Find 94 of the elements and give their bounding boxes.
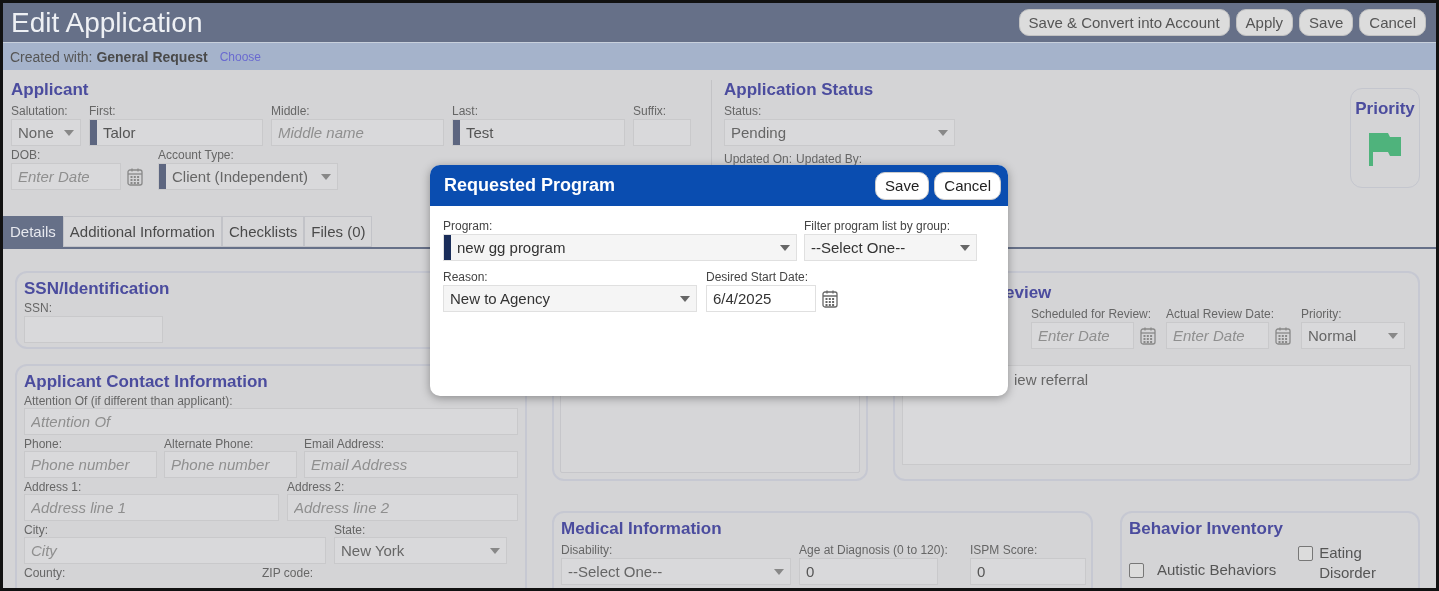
- header-button[interactable]: Save: [1299, 9, 1354, 36]
- field-label: Reason:: [443, 270, 489, 285]
- dropdown[interactable]: New York: [334, 537, 507, 564]
- text-field[interactable]: Test: [452, 119, 625, 146]
- field-label: Filter program list by group:: [804, 219, 952, 234]
- caret-icon: [938, 129, 948, 136]
- dialog-button[interactable]: Save: [875, 171, 930, 200]
- checkbox[interactable]: [1129, 562, 1144, 578]
- text-field[interactable]: Middle name: [271, 119, 444, 146]
- caret-icon: [490, 547, 500, 554]
- page-title: Edit Application: [11, 6, 203, 39]
- section-heading: Application Status: [724, 80, 875, 100]
- header-button[interactable]: Save & Convert into Account: [1018, 9, 1230, 36]
- dropdown[interactable]: Client (Independent): [158, 163, 338, 190]
- text-area[interactable]: iew referral: [902, 365, 1411, 465]
- section-heading: Medical Information: [561, 519, 723, 539]
- dropdown[interactable]: Normal: [1301, 322, 1405, 349]
- priority-heading: Priority: [1355, 99, 1415, 119]
- dropdown[interactable]: None: [11, 119, 81, 146]
- checkbox[interactable]: [1298, 546, 1314, 561]
- field-label: Last:: [452, 104, 479, 119]
- flag-icon[interactable]: [1368, 131, 1402, 167]
- field-label: State:: [334, 523, 367, 537]
- text-field[interactable]: Phone number: [24, 451, 157, 478]
- dialog-title: Requested Program: [444, 175, 616, 196]
- field-label: Actual Review Date:: [1166, 307, 1276, 322]
- tab[interactable]: Checklists: [221, 216, 305, 247]
- section-heading: Behavior Inventory: [1129, 519, 1284, 539]
- tab[interactable]: Details: [3, 216, 63, 247]
- dropdown[interactable]: --Select One--: [561, 558, 791, 585]
- caret-icon: [960, 244, 970, 251]
- text-field[interactable]: Address line 2: [287, 494, 518, 521]
- text-field[interactable]: Email Address: [304, 451, 518, 478]
- field-label: Disability:: [561, 543, 614, 558]
- field-label: ZIP code:: [262, 566, 315, 580]
- tab[interactable]: Additional Information: [62, 216, 222, 247]
- field-label: Age at Diagnosis (0 to 120):: [799, 543, 949, 558]
- date-field[interactable]: Enter Date: [1166, 322, 1269, 349]
- dialog-button[interactable]: Cancel: [934, 171, 1001, 200]
- calendar-icon[interactable]: [127, 167, 143, 186]
- field-label: Priority:: [1301, 307, 1343, 322]
- calendar-icon[interactable]: [822, 289, 838, 308]
- checkbox-label: Autistic Behaviors: [1157, 560, 1277, 580]
- date-field[interactable]: Enter Date: [11, 163, 121, 190]
- dropdown[interactable]: Pending: [724, 119, 955, 146]
- dropdown[interactable]: --Select One--: [804, 234, 977, 261]
- caret-icon: [774, 568, 784, 575]
- field-label: Salutation:: [11, 104, 69, 119]
- field-label: Status:: [724, 104, 763, 119]
- caret-icon: [680, 295, 690, 302]
- tab[interactable]: Files (0): [304, 216, 373, 247]
- text-field[interactable]: 0: [970, 558, 1086, 585]
- field-label: DOB:: [11, 148, 42, 163]
- text-field[interactable]: Talor: [89, 119, 263, 146]
- dropdown[interactable]: new gg program: [443, 234, 797, 261]
- field-label: ISPM Score:: [970, 543, 1039, 558]
- field-label: Phone:: [24, 437, 64, 451]
- field-label: City:: [24, 523, 49, 537]
- text-field[interactable]: Phone number: [164, 451, 297, 478]
- text-field[interactable]: Address line 1: [24, 494, 279, 521]
- header-button[interactable]: Apply: [1235, 9, 1294, 36]
- field-label: Alternate Phone:: [164, 437, 255, 451]
- created-with-text: Created with: General Request: [10, 48, 208, 65]
- text-field[interactable]: City: [24, 537, 326, 564]
- date-field[interactable]: 6/4/2025: [706, 285, 816, 312]
- field-label: SSN:: [24, 301, 53, 316]
- calendar-icon[interactable]: [1275, 326, 1291, 345]
- field-label: Middle:: [271, 104, 311, 119]
- field-label: Program:: [443, 219, 494, 234]
- section-heading: Applicant: [11, 80, 90, 100]
- field-label: Address 1:: [24, 480, 83, 494]
- caret-icon: [1388, 332, 1398, 339]
- header-button[interactable]: Cancel: [1359, 9, 1426, 36]
- field-label: Updated On:: [724, 152, 793, 167]
- field-label: First:: [89, 104, 117, 119]
- text-field[interactable]: 0: [799, 558, 938, 585]
- caret-icon: [321, 173, 331, 180]
- field-label: Email Address:: [304, 437, 386, 451]
- section-heading: Applicant Contact Information: [24, 372, 269, 392]
- date-field[interactable]: Enter Date: [1031, 322, 1134, 349]
- text-field[interactable]: Attention Of: [24, 408, 518, 435]
- field-label: County:: [24, 566, 67, 580]
- dropdown[interactable]: New to Agency: [443, 285, 697, 312]
- field-label: Scheduled for Review:: [1031, 307, 1153, 322]
- field-label: Desired Start Date:: [706, 270, 810, 285]
- field-label: Updated By:: [796, 152, 863, 167]
- field-label: Attention Of (if different than applicant):: [24, 394, 234, 408]
- checkbox-label: Eating Disorder: [1319, 543, 1377, 583]
- field-label: Account Type:: [158, 148, 235, 163]
- caret-icon: [64, 129, 74, 136]
- field-label: Address 2:: [287, 480, 346, 494]
- caret-icon: [780, 244, 790, 251]
- calendar-icon[interactable]: [1140, 326, 1156, 345]
- field-label: Suffix:: [633, 104, 668, 119]
